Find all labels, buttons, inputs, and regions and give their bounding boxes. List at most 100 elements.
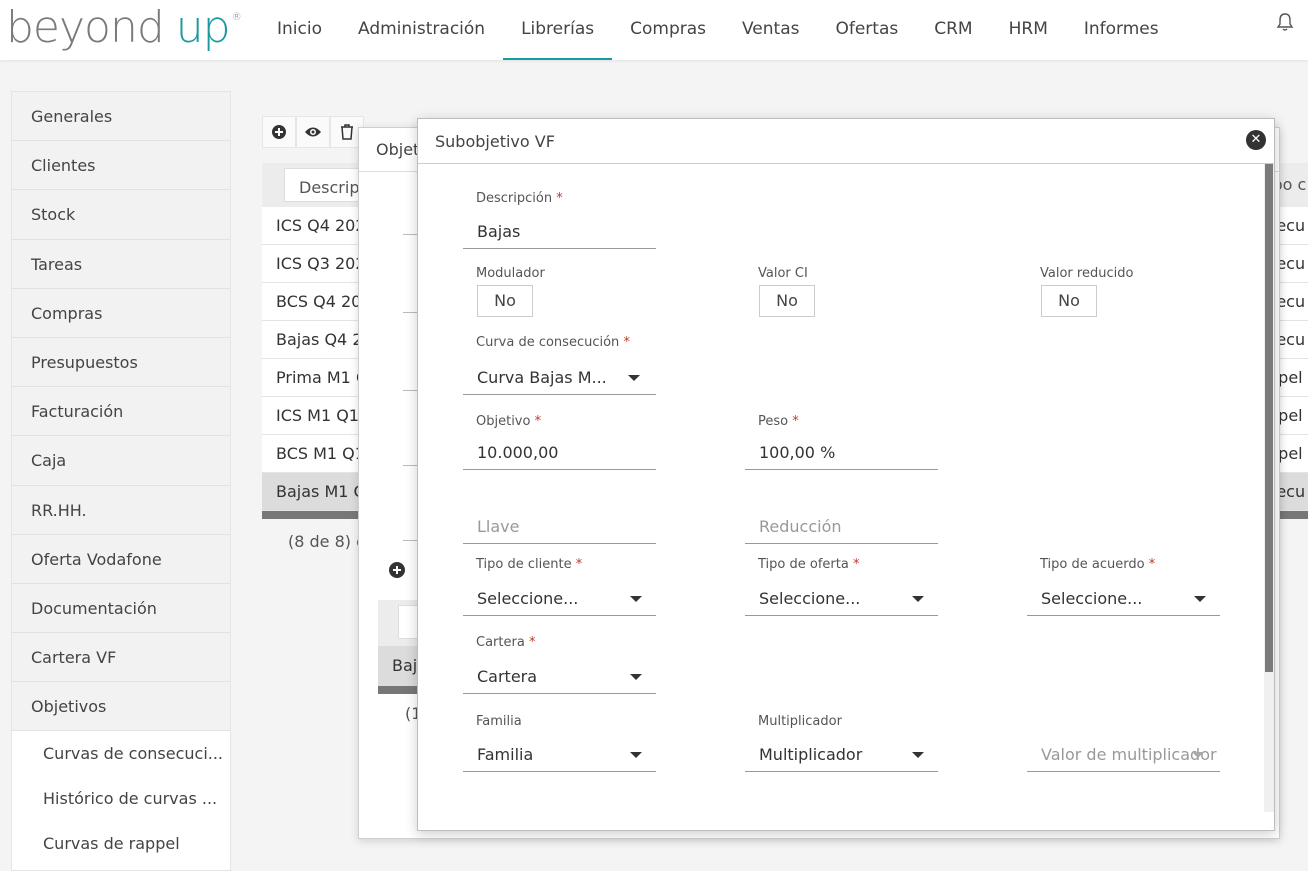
- label-text: Cartera: [476, 635, 525, 650]
- sidebar-subitem-curvas-consecucion[interactable]: Curvas de consecuci...: [12, 731, 230, 777]
- sidebar-item-stock[interactable]: Stock: [12, 190, 230, 240]
- cartera-select[interactable]: Cartera: [463, 658, 656, 694]
- chevron-down-icon: [628, 375, 640, 381]
- add-icon[interactable]: [262, 116, 296, 148]
- beyond-up-logo[interactable]: beyond up ®: [6, 2, 242, 56]
- objetivo-input[interactable]: 10.000,00: [463, 434, 656, 470]
- required-mark: *: [852, 557, 860, 572]
- logo-text-up: up: [175, 2, 231, 53]
- required-mark: *: [575, 557, 583, 572]
- label-text: Tipo de acuerdo: [1040, 557, 1145, 572]
- label-text: Tipo de cliente: [476, 557, 572, 572]
- sidebar-subitem-historico-curvas[interactable]: Histórico de curvas ...: [12, 776, 230, 822]
- sidebar-item-cartera-vf[interactable]: Cartera VF: [12, 633, 230, 683]
- row-description: BCS Q4 20: [276, 292, 362, 311]
- sidebar-item-tareas[interactable]: Tareas: [12, 239, 230, 289]
- nav-informes[interactable]: Informes: [1066, 0, 1177, 60]
- objetivo-modal-title: Objet: [376, 140, 420, 159]
- close-icon[interactable]: ✕: [1246, 130, 1266, 150]
- nav-librerias[interactable]: Librerías: [503, 0, 613, 60]
- subobjetivo-modal: Subobjetivo VF ✕ Descripción * Bajas Mod…: [417, 118, 1275, 831]
- chevron-down-icon: [912, 596, 924, 602]
- tipo-acuerdo-select[interactable]: Seleccione...: [1027, 580, 1220, 616]
- curva-select[interactable]: Curva Bajas M...: [463, 359, 656, 395]
- table-pager: (8 de 8) e: [288, 532, 366, 551]
- modulador-toggle[interactable]: No: [477, 285, 533, 317]
- label-text: Peso: [758, 414, 789, 429]
- objetivo-label: Objetivo *: [476, 414, 541, 429]
- nav-compras[interactable]: Compras: [612, 0, 724, 60]
- sidebar-item-clientes[interactable]: Clientes: [12, 141, 230, 191]
- divider: [403, 312, 417, 313]
- label-text: Tipo de oferta: [758, 557, 849, 572]
- peso-input[interactable]: 100,00 %: [745, 434, 938, 470]
- logo-text-beyond: beyond: [6, 2, 165, 53]
- familia-select[interactable]: Familia: [463, 736, 656, 772]
- label-text: Curva de consecución: [476, 335, 620, 350]
- required-mark: *: [556, 191, 563, 206]
- sidebar-item-generales[interactable]: Generales: [12, 92, 230, 142]
- nav-ofertas[interactable]: Ofertas: [817, 0, 916, 60]
- eye-icon[interactable]: [296, 116, 330, 148]
- required-mark: *: [792, 414, 799, 429]
- valor-reducido-label: Valor reducido: [1040, 266, 1134, 281]
- valor-ci-label: Valor CI: [758, 266, 808, 281]
- sidebar-item-objetivos[interactable]: Objetivos: [12, 682, 230, 732]
- chevron-down-icon: [1192, 752, 1204, 758]
- select-value: Cartera: [477, 667, 538, 686]
- descripcion-input[interactable]: Bajas: [463, 213, 656, 249]
- sidebar-item-documentacion[interactable]: Documentación: [12, 583, 230, 634]
- add-icon[interactable]: [387, 560, 407, 580]
- divider: [403, 234, 417, 235]
- sidebar-item-presupuestos[interactable]: Presupuestos: [12, 337, 230, 388]
- divider: [403, 540, 417, 541]
- select-value: Seleccione...: [477, 589, 579, 608]
- reduccion-input[interactable]: Reducción: [745, 508, 938, 544]
- bell-icon[interactable]: [1276, 12, 1294, 32]
- sidebar-item-rrhh[interactable]: RR.HH.: [12, 485, 230, 535]
- row-description: BCS M1 Q1: [276, 444, 365, 463]
- nav-crm[interactable]: CRM: [916, 0, 990, 60]
- multiplicador-select[interactable]: Multiplicador: [745, 736, 938, 772]
- scrollbar-thumb[interactable]: [1265, 164, 1273, 672]
- valor-reducido-toggle[interactable]: No: [1041, 285, 1097, 317]
- tipo-oferta-label: Tipo de oferta *: [758, 557, 859, 572]
- sidebar-item-compras[interactable]: Compras: [12, 288, 230, 338]
- curva-label: Curva de consecución *: [476, 335, 630, 350]
- cartera-label: Cartera *: [476, 635, 535, 650]
- subobjetivo-modal-title: Subobjetivo VF: [435, 132, 555, 151]
- select-value: Multiplicador: [759, 745, 863, 764]
- valor-multiplicador-select[interactable]: Valor de multiplicador: [1027, 736, 1220, 772]
- nav-ventas[interactable]: Ventas: [724, 0, 817, 60]
- divider: [418, 163, 1274, 164]
- llave-input[interactable]: Llave: [463, 508, 656, 544]
- familia-label: Familia: [476, 714, 522, 729]
- nav-hrm[interactable]: HRM: [991, 0, 1066, 60]
- sidebar-item-facturacion[interactable]: Facturación: [12, 387, 230, 437]
- row-description: ICS Q3 202: [276, 254, 366, 273]
- tipo-cliente-label: Tipo de cliente *: [476, 557, 582, 572]
- nav-inicio[interactable]: Inicio: [259, 0, 340, 60]
- label-text: Descripción: [476, 191, 553, 206]
- sidebar-item-oferta-vodafone[interactable]: Oferta Vodafone: [12, 534, 230, 584]
- descripcion-label: Descripción *: [476, 191, 563, 206]
- tipo-oferta-select[interactable]: Seleccione...: [745, 580, 938, 616]
- row-description: Bajas Q4 2: [276, 330, 363, 349]
- divider: [403, 465, 417, 466]
- tipo-cliente-select[interactable]: Seleccione...: [463, 580, 656, 616]
- valor-ci-toggle[interactable]: No: [759, 285, 815, 317]
- sidebar-item-caja[interactable]: Caja: [12, 436, 230, 486]
- select-placeholder: Valor de multiplicador: [1041, 745, 1217, 764]
- select-value: Seleccione...: [1041, 589, 1143, 608]
- sidebar-subitem-curvas-rappel[interactable]: Curvas de rappel: [12, 821, 230, 867]
- row-description: ICS M1 Q1: [276, 406, 359, 425]
- chevron-down-icon: [1194, 596, 1206, 602]
- select-value: Seleccione...: [759, 589, 861, 608]
- logo-registered: ®: [231, 12, 242, 23]
- label-text: Objetivo: [476, 414, 531, 429]
- tipo-acuerdo-label: Tipo de acuerdo *: [1040, 557, 1155, 572]
- chevron-down-icon: [912, 752, 924, 758]
- row-description: Bajas M1 C: [276, 482, 365, 501]
- nav-administracion[interactable]: Administración: [340, 0, 503, 60]
- main-nav: Inicio Administración Librerías Compras …: [259, 0, 1177, 60]
